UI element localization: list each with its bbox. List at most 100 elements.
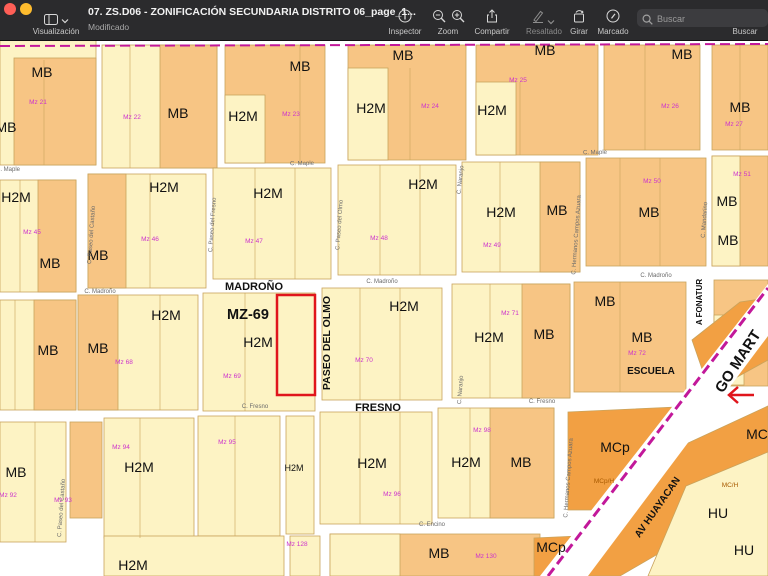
zone-label-h2m: H2M [356, 100, 386, 116]
zoom-in-icon[interactable] [451, 9, 465, 23]
block-label-mz95: Mz 95 [218, 439, 236, 446]
zone-label-mb: MB [88, 340, 109, 356]
rotate-icon[interactable] [572, 9, 586, 23]
parcel [337, 164, 457, 276]
street-label-c-madrono: C. Madroño [366, 279, 398, 285]
escuela-label: ESCUELA [627, 366, 675, 377]
parcel [329, 533, 401, 576]
zone-label-mc: MC [746, 426, 768, 442]
street-label-c-encino: C. Encino [419, 522, 446, 528]
zone-label-mb: MB [429, 545, 450, 561]
mz-69-label: MZ-69 [227, 307, 269, 323]
zoom-out-icon[interactable] [432, 9, 446, 23]
zone-label-mb: MB [38, 342, 59, 358]
sidebar-label: Visualización [32, 27, 80, 36]
minimize-window-button[interactable] [20, 3, 32, 15]
zone-label-mb: MB [168, 105, 189, 121]
block-label-mz47: Mz 47 [245, 238, 263, 245]
zone-label-mb: MB [6, 464, 27, 480]
search-input[interactable] [655, 10, 767, 27]
parcel [103, 417, 195, 539]
block-label-mz92: Mz 92 [0, 492, 17, 499]
block-label-mz130: Mz 130 [475, 553, 497, 560]
block-label-mz71: Mz 71 [501, 310, 519, 317]
block-label-mz26: Mz 26 [661, 103, 679, 110]
zone-label-h2m: H2M [389, 298, 419, 314]
parcel [197, 415, 281, 537]
zone-label-mb: MB [40, 255, 61, 271]
block-label-mz48: Mz 48 [370, 235, 388, 242]
block-label-mz51: Mz 51 [733, 171, 751, 178]
block-label-mz25: Mz 25 [509, 77, 527, 84]
zoning-map[interactable]: MB MB MB H2M MB H2M MB H2M MB MB MB H2M H2M H2M H2M MB M… [0, 40, 768, 576]
zone-label-mb: MB [547, 202, 568, 218]
zone-label-hu: HU [734, 542, 754, 558]
zone-label-mb: MB [290, 58, 311, 74]
share-icon[interactable] [485, 9, 499, 23]
zone-label-h2m: H2M [486, 204, 516, 220]
block-label-mz72: Mz 72 [628, 350, 646, 357]
block-label-mz24: Mz 24 [421, 103, 439, 110]
zone-label-h2m: H2M [408, 176, 438, 192]
parcel [285, 415, 315, 535]
zone-label-mb: MB [393, 47, 414, 63]
zone-label-h2m: H2M [451, 454, 481, 470]
block-label-mz49: Mz 49 [483, 242, 501, 249]
block-label-mz128: Mz 128 [286, 541, 308, 548]
zone-label-mcp: MCp [600, 439, 630, 455]
zone-label-mb: MB [0, 119, 17, 135]
block-label-mz46: Mz 46 [141, 236, 159, 243]
map-layer: MB MB MB H2M MB H2M MB H2M MB MB MB H2M H2M H2M H2M MB M… [0, 40, 768, 576]
chevron-down-icon[interactable] [547, 13, 555, 25]
block-label-mz98: Mz 98 [473, 427, 491, 434]
street-label-fresno: FRESNO [355, 402, 401, 414]
zone-label-mb: MB [717, 193, 738, 209]
zone-label-h2m: H2M [118, 557, 148, 573]
markup-label: Marcado [597, 27, 629, 36]
close-window-button[interactable] [4, 3, 16, 15]
zone-label-mb: MB [535, 42, 556, 58]
zone-label-mb: MB [32, 64, 53, 80]
zone-label-h2m: H2M [357, 455, 387, 471]
street-label-c-madrono: C. Madroño [84, 289, 116, 295]
zone-label-mcp-h: MCp/H [594, 478, 615, 485]
share-label: Compartir [474, 27, 510, 36]
search-field[interactable] [637, 9, 768, 27]
info-icon[interactable] [398, 9, 412, 23]
block-label-mz45: Mz 45 [23, 229, 41, 236]
zone-label-h2m: H2M [1, 189, 31, 205]
block-label-mz22: Mz 22 [123, 114, 141, 121]
highlighter-icon[interactable] [531, 9, 545, 23]
parcel [475, 81, 517, 156]
zone-label-mb: MB [511, 454, 532, 470]
street-label-c-fresno: C. Fresno [242, 404, 269, 410]
block-label-mz96: Mz 96 [383, 491, 401, 498]
street-label-c-maple: C. Maple [583, 150, 608, 156]
zone-label-h2m: H2M [228, 108, 258, 124]
zone-label-mb: MB [632, 329, 653, 345]
parcel [321, 287, 443, 401]
parcel [13, 57, 97, 166]
zone-label-hu: HU [708, 505, 728, 521]
sidebar-icon[interactable] [44, 12, 58, 25]
block-label-mz27: Mz 27 [725, 121, 743, 128]
zone-label-mb: MB [534, 326, 555, 342]
zone-label-h2m: H2M [124, 459, 154, 475]
chevron-down-icon[interactable] [61, 12, 69, 24]
window-toolbar: Visualización 07. ZS.D06 - ZONIFICACIÓN … [0, 0, 768, 41]
zone-label-mb: MB [718, 232, 739, 248]
search-icon [642, 12, 653, 25]
zone-label-mcp: MCp [536, 539, 566, 555]
zone-label-mc-h: MC/H [722, 482, 739, 489]
zone-label-h2m: H2M [151, 307, 181, 323]
markup-icon[interactable] [606, 9, 620, 23]
search-label: Buscar [732, 27, 758, 36]
block-label-mz68: Mz 68 [115, 359, 133, 366]
street-label-c-maple: C. Maple [290, 161, 315, 167]
block-label-mz21: Mz 21 [29, 99, 47, 106]
block-label-mz50: Mz 50 [643, 178, 661, 185]
zone-label-h2m: H2M [477, 102, 507, 118]
street-label-c-maple: C. Maple [0, 167, 21, 173]
block-label-mz94: Mz 94 [112, 444, 130, 451]
street-label-madrono: MADROÑO [225, 280, 283, 293]
